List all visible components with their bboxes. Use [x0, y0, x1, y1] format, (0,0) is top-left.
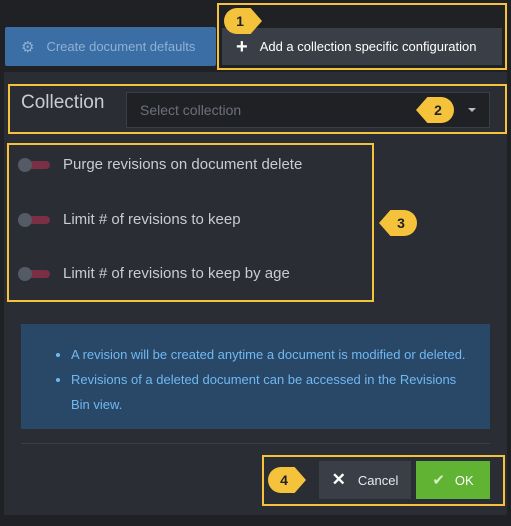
info-item: A revision will be created anytime a doc… [71, 342, 470, 367]
toggle-row-limit-age[interactable]: Limit # of revisions to keep by age [18, 265, 290, 282]
collection-select-placeholder: Select collection [140, 102, 242, 118]
callout-frame-1 [217, 3, 507, 70]
purge-toggle-label: Purge revisions on document delete [63, 156, 303, 173]
ok-button[interactable]: ✔ OK [416, 461, 490, 499]
check-icon: ✔ [432, 472, 445, 489]
footer-divider [21, 443, 490, 444]
chevron-down-icon [468, 108, 476, 112]
collection-label: Collection [21, 92, 105, 113]
cancel-button-label: Cancel [357, 472, 399, 488]
limit-count-toggle[interactable] [18, 212, 50, 227]
info-box: A revision will be created anytime a doc… [21, 324, 490, 429]
limit-age-toggle[interactable] [18, 266, 50, 281]
info-list: A revision will be created anytime a doc… [71, 342, 470, 417]
purge-toggle[interactable] [18, 157, 50, 172]
limit-count-toggle-label: Limit # of revisions to keep [63, 211, 241, 228]
gear-icon: ⚙ [21, 38, 35, 56]
toggle-row-limit-count[interactable]: Limit # of revisions to keep [18, 211, 241, 228]
create-document-defaults-button[interactable]: ⚙ Create document defaults [5, 27, 216, 66]
cancel-button[interactable]: ✕ Cancel [319, 461, 411, 499]
close-icon: ✕ [331, 470, 346, 489]
ok-button-label: OK [454, 472, 474, 488]
toggle-row-purge[interactable]: Purge revisions on document delete [18, 156, 302, 173]
info-item: Revisions of a deleted document can be a… [71, 367, 470, 417]
create-document-defaults-label: Create document defaults [46, 39, 196, 54]
limit-age-toggle-label: Limit # of revisions to keep by age [63, 265, 290, 282]
